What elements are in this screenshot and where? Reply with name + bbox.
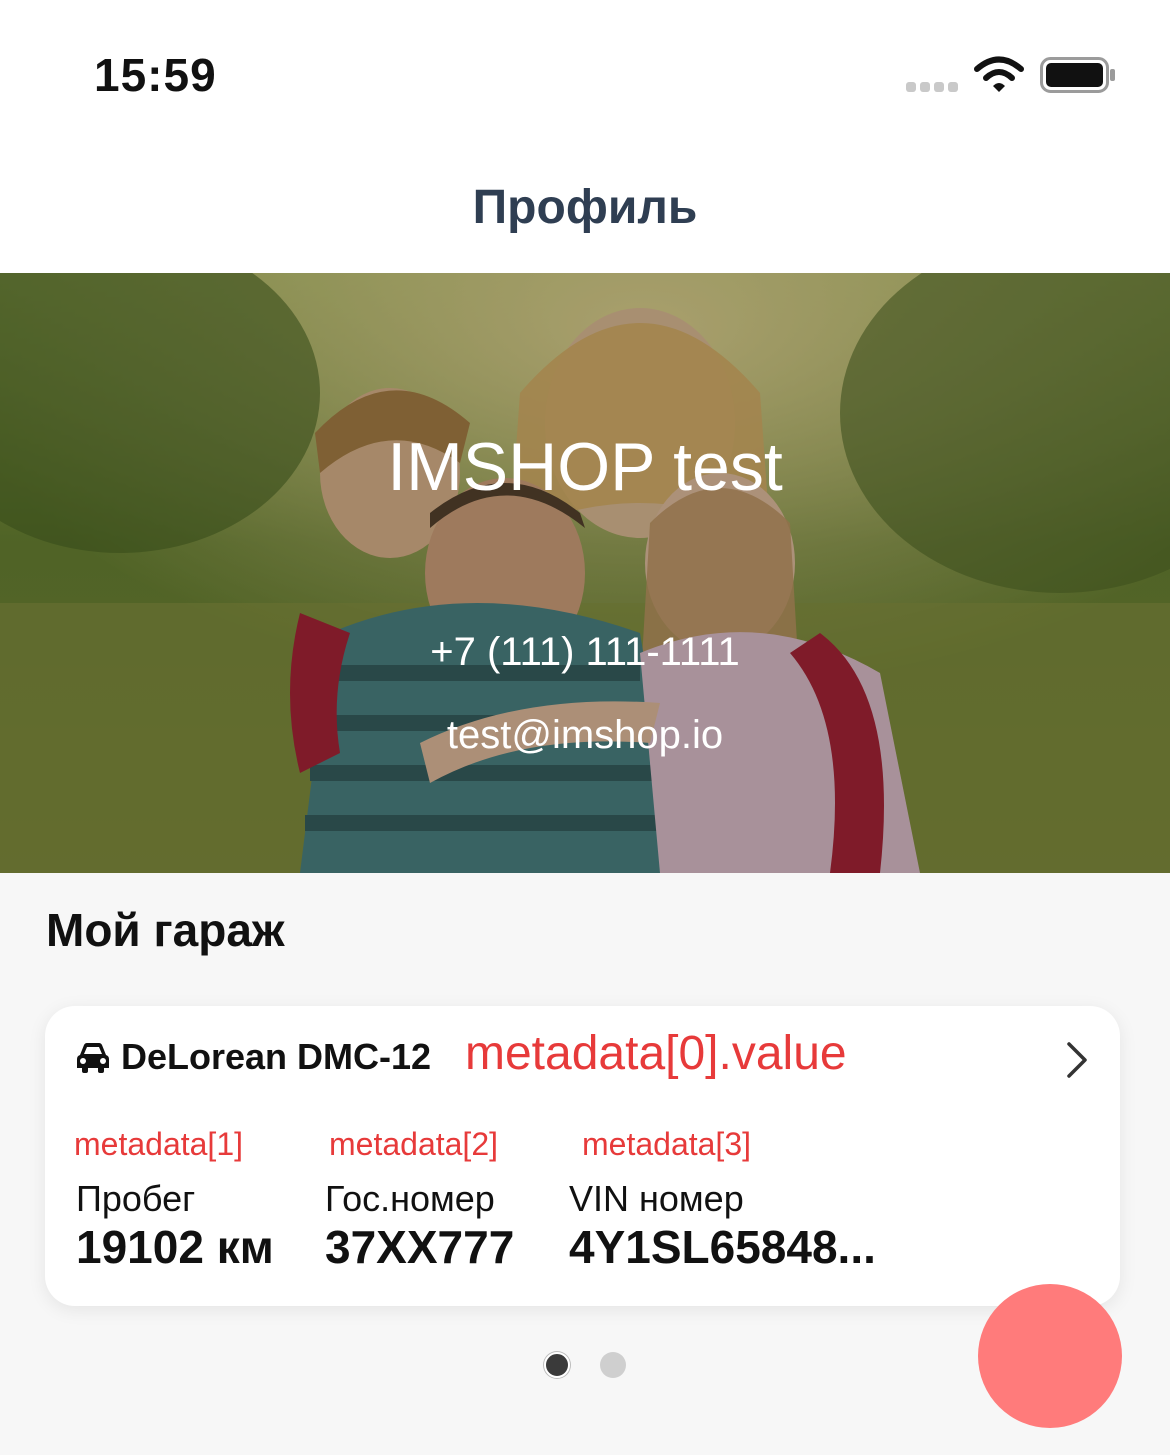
navigation-bar: Профиль [0, 140, 1170, 273]
profile-phone: +7 (111) 111-1111 [430, 630, 740, 674]
page-indicator[interactable] [544, 1352, 634, 1382]
photo-overlay [0, 273, 1170, 873]
page-dot-active[interactable] [544, 1352, 570, 1378]
status-time: 15:59 [94, 49, 217, 101]
plate-label: Гос.номер [325, 1178, 495, 1219]
floating-action-button[interactable] [978, 1284, 1122, 1428]
mileage-label: Пробег [76, 1178, 196, 1219]
garage-section-title: Мой гараж [46, 904, 285, 956]
mileage-value: 19102 км [76, 1221, 274, 1273]
battery-icon [1040, 57, 1115, 93]
page-title: Профиль [472, 181, 698, 234]
status-bar: 15:59 [0, 0, 1170, 140]
car-metadata-3: metadata[3] [582, 1126, 751, 1162]
car-name: DeLorean DMC-12 [121, 1036, 432, 1077]
profile-header: IMSHOP test +7 (111) 111-1111 test@imsho… [0, 273, 1170, 873]
car-metadata-1: metadata[1] [74, 1126, 243, 1162]
car-metadata-2: metadata[2] [329, 1126, 498, 1162]
page-dot[interactable] [600, 1352, 626, 1378]
cellular-signal-icon [906, 82, 960, 92]
car-icon [77, 1043, 109, 1073]
profile-name: IMSHOP test [387, 429, 783, 505]
wifi-icon [974, 56, 1024, 92]
chevron-right-icon[interactable] [1061, 1038, 1091, 1082]
car-metadata-main: metadata[0].value [465, 1027, 847, 1080]
vin-label: VIN номер [569, 1178, 744, 1219]
vin-value: 4Y1SL65848... [569, 1221, 876, 1273]
profile-email: test@imshop.io [446, 713, 724, 757]
plate-value: 37XX777 [325, 1221, 515, 1273]
car-card[interactable]: DeLorean DMC-12 metadata[0].value metada… [45, 1006, 1120, 1306]
